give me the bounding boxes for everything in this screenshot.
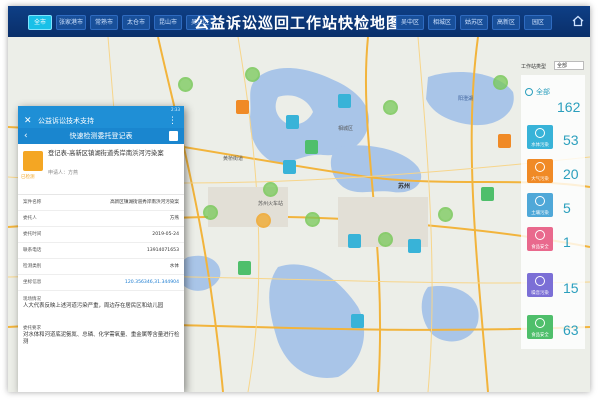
map-label-a: 苏州火车站 (258, 201, 284, 207)
all-icon (525, 88, 533, 96)
category-food-1[interactable]: 食品安全 (527, 227, 553, 251)
station-type-label: 工作站类型 (521, 64, 547, 70)
station-marker[interactable] (286, 115, 299, 129)
cluster-pin[interactable] (438, 207, 453, 222)
tab-region-10[interactable]: 园区 (524, 15, 552, 30)
station-type-select[interactable]: 全部 (554, 61, 584, 70)
category-count: 63 (563, 322, 579, 338)
cluster-pin[interactable] (263, 182, 278, 197)
case-applicant: 申请人：方燕 (48, 170, 79, 176)
station-marker[interactable] (338, 94, 351, 108)
sub-header: ‹ 快速检测委托登记表 (18, 128, 184, 144)
tab-region-9[interactable]: 高新区 (492, 15, 520, 30)
back-icon[interactable]: ‹ (24, 128, 28, 144)
tab-region-3[interactable]: 太仓市 (122, 15, 150, 30)
food-icon (535, 230, 545, 240)
page-title: 公益诉讼巡回工作站快检地图 (193, 14, 402, 32)
station-marker[interactable] (351, 314, 364, 328)
category-count: 53 (563, 132, 579, 148)
station-marker[interactable] (498, 134, 511, 148)
cluster-pin[interactable] (245, 67, 260, 82)
cluster-pin[interactable] (493, 75, 508, 90)
cluster-pin[interactable] (178, 77, 193, 92)
document-icon[interactable] (169, 131, 178, 141)
app-window: 苏州火车站 苏州 黄桥街道 相城区 阳澄湖 全市 张家港市 常熟市 太仓市 昆山… (8, 6, 590, 392)
app-bar: ✕ 公益诉讼技术支持 ⋮ (18, 114, 184, 128)
water-lake-southeast (421, 286, 479, 342)
mobile-detail-panel: 2:33 ✕ 公益诉讼技术支持 ⋮ ‹ 快速检测委托登记表 已检测 登记表-高新… (18, 106, 184, 392)
soil-icon (535, 196, 545, 206)
station-marker[interactable] (283, 160, 296, 174)
shield-icon (535, 318, 545, 328)
section-label: 现场情况 (23, 297, 41, 302)
map-label-d: 相城区 (338, 126, 354, 132)
category-count: 15 (563, 280, 579, 296)
home-icon[interactable] (572, 15, 584, 27)
tab-region-8[interactable]: 姑苏区 (460, 15, 488, 30)
map-label-c: 黄桥街道 (223, 156, 244, 162)
station-marker[interactable] (238, 261, 251, 275)
case-title: 登记表-高新区镇湖街道秀岸南浜河污染案 (48, 150, 164, 157)
station-marker[interactable] (348, 234, 361, 248)
detail-sections: 现场情况 人大代表反映上述河道污染严重，周边存在居民区和幼儿园 委托要求 对水体… (18, 291, 184, 381)
category-count: 1 (563, 234, 571, 250)
tab-region-1[interactable]: 张家港市 (56, 15, 86, 30)
water-pond (178, 255, 221, 291)
section-text: 对水体和河道底泥氨氮、总磷、化学需氧量、重金属等含量进行检测 (23, 332, 180, 345)
case-summary[interactable]: 已检测 登记表-高新区镇湖街道秀岸南浜河污染案 申请人：方燕 (18, 144, 184, 195)
all-label[interactable]: 全部 (536, 87, 550, 97)
tab-region-2[interactable]: 常熟市 (90, 15, 118, 30)
cluster-pin[interactable] (305, 212, 320, 227)
close-icon[interactable]: ✕ (24, 114, 32, 128)
map-label-e: 阳澄湖 (458, 96, 474, 102)
detail-row: 案件名称 高新区镇湖街道秀岸南浜河污染案 (18, 195, 184, 211)
category-water[interactable]: 水体污染 (527, 125, 553, 149)
water-icon (535, 128, 545, 138)
detail-row-coordinates[interactable]: 坐标信息 120.356346,31.344904 (18, 275, 184, 291)
category-panel: 全部 162 水体污染 53 大气污染 20 土壤污染 5 食品安全 1 噪音污… (521, 75, 585, 349)
form-title: 快速检测委托登记表 (69, 132, 133, 140)
avatar (23, 151, 43, 171)
all-count: 162 (557, 99, 581, 115)
category-soil[interactable]: 土壤污染 (527, 193, 553, 217)
status-badge: 已检测 (21, 175, 35, 180)
map-label-b: 苏州 (398, 183, 411, 190)
detail-row: 联系电话 13914071653 (18, 243, 184, 259)
cluster-pin[interactable] (203, 205, 218, 220)
station-marker[interactable] (305, 140, 318, 154)
section-label: 委托要求 (23, 326, 41, 331)
header-bar: 全市 张家港市 常熟市 太仓市 昆山市 吴江区 公益诉讼巡回工作站快检地图 吴中… (8, 6, 590, 37)
detail-row: 检测类别 水体 (18, 259, 184, 275)
cloud-icon (535, 162, 545, 172)
tab-region-0[interactable]: 全市 (28, 15, 52, 30)
section-text: 人大代表反映上述河道污染严重，周边存在居民区和幼儿园 (23, 303, 164, 309)
category-count: 5 (563, 200, 571, 216)
status-time: 2:33 (171, 107, 180, 112)
station-marker[interactable] (236, 100, 249, 114)
category-noise[interactable]: 噪音污染 (527, 273, 553, 297)
detail-row: 委托时间 2019-05-24 (18, 227, 184, 243)
category-food-2[interactable]: 食品安全 (527, 315, 553, 339)
water-lake-south (269, 264, 365, 378)
station-marker[interactable] (408, 239, 421, 253)
tab-region-7[interactable]: 相城区 (428, 15, 456, 30)
status-bar: 2:33 (18, 106, 184, 114)
cluster-pin[interactable] (378, 232, 393, 247)
more-icon[interactable]: ⋮ (168, 114, 177, 128)
cluster-pin[interactable] (383, 100, 398, 115)
category-count: 20 (563, 166, 579, 182)
category-air[interactable]: 大气污染 (527, 159, 553, 183)
detail-row: 委托人 方燕 (18, 211, 184, 227)
tab-region-6[interactable]: 吴中区 (396, 15, 424, 30)
noise-icon (535, 276, 545, 286)
station-marker[interactable] (481, 187, 494, 201)
app-title: 公益诉讼技术支持 (38, 117, 94, 125)
cluster-pin-orange[interactable] (256, 213, 271, 228)
